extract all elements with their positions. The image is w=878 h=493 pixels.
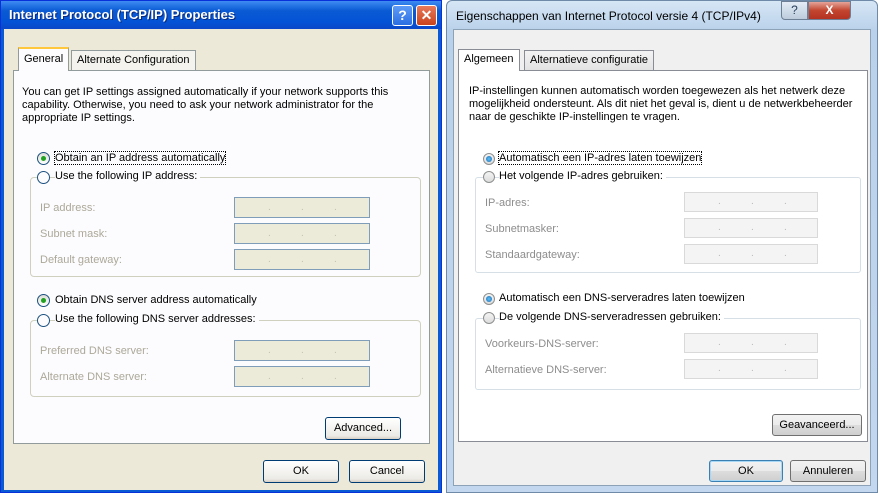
vista-label-voorkeurs-dns: Voorkeurs-DNS-server: (485, 338, 599, 350)
xp-radio-dns-manual[interactable] (37, 314, 50, 327)
ip-dot: . (784, 363, 787, 374)
ip-dot: . (268, 254, 271, 265)
ip-dot: . (301, 254, 304, 265)
vista-label-dns-manual[interactable]: De volgende DNS-serveradressen gebruiken… (499, 311, 724, 323)
vista-radio-dns-manual[interactable] (483, 312, 495, 324)
vista-label-dns-auto[interactable]: Automatisch een DNS-serveradres laten to… (499, 292, 745, 304)
xp-general-panel: You can get IP settings assigned automat… (13, 70, 430, 444)
xp-input-ip-address[interactable]: ... (234, 197, 370, 218)
ip-dot: . (268, 202, 271, 213)
ip-dot: . (751, 196, 754, 207)
xp-label-ip-manual[interactable]: Use the following IP address: (55, 170, 201, 182)
vista-ok-button[interactable]: OK (709, 460, 783, 482)
vista-input-alternatieve-dns[interactable]: ... (684, 359, 818, 379)
ip-dot: . (301, 228, 304, 239)
ip-dot: . (751, 363, 754, 374)
vista-input-ip-adres[interactable]: ... (684, 192, 818, 212)
vista-algemeen-panel: IP-instellingen kunnen automatisch worde… (458, 70, 868, 442)
xp-close-button[interactable]: ✕ (416, 5, 437, 26)
vista-tab-algemeen[interactable]: Algemeen (458, 49, 520, 71)
xp-description: You can get IP settings assigned automat… (22, 86, 389, 124)
vista-label-standaardgateway: Standaardgateway: (485, 249, 580, 261)
vista-geavanceerd-button[interactable]: Geavanceerd... (772, 414, 862, 436)
xp-label-dns-manual[interactable]: Use the following DNS server addresses: (55, 313, 259, 325)
vista-label-alternatieve-dns: Alternatieve DNS-server: (485, 364, 607, 376)
xp-input-preferred-dns[interactable]: ... (234, 340, 370, 361)
ip-dot: . (268, 228, 271, 239)
vista-label-subnetmasker: Subnetmasker: (485, 223, 559, 235)
xp-label-ip-address: IP address: (40, 202, 96, 214)
vista-input-standaardgateway[interactable]: ... (684, 244, 818, 264)
vista-radio-ip-manual[interactable] (483, 171, 495, 183)
ip-dot: . (301, 371, 304, 382)
ip-dot: . (301, 345, 304, 356)
ip-dot: . (334, 228, 337, 239)
vista-annuleren-button[interactable]: Annuleren (790, 460, 866, 482)
vista-description: IP-instellingen kunnen automatisch worde… (469, 85, 853, 123)
xp-label-ip-auto[interactable]: Obtain an IP address automatically (53, 151, 227, 165)
ip-dot: . (784, 196, 787, 207)
ip-dot: . (268, 345, 271, 356)
ip-dot: . (301, 202, 304, 213)
vista-label-ip-manual[interactable]: Het volgende IP-adres gebruiken: (499, 170, 666, 182)
ip-dot: . (718, 248, 721, 259)
close-icon: X (825, 3, 834, 17)
ip-dot: . (334, 345, 337, 356)
xp-help-button[interactable]: ? (392, 5, 413, 26)
xp-label-alternate-dns: Alternate DNS server: (40, 371, 147, 383)
close-icon: ✕ (420, 7, 433, 23)
help-icon: ? (791, 3, 798, 17)
ip-dot: . (334, 202, 337, 213)
vista-label-ip-adres: IP-adres: (485, 197, 530, 209)
vista-radio-dns-auto[interactable] (483, 293, 495, 305)
xp-tab-general[interactable]: General (18, 47, 70, 71)
ip-dot: . (718, 196, 721, 207)
xp-radio-ip-manual[interactable] (37, 171, 50, 184)
vista-dns-group (475, 318, 861, 390)
ip-dot: . (751, 222, 754, 233)
vista-close-button[interactable]: X (808, 1, 851, 20)
xp-tcpip-properties-dialog: Internet Protocol (TCP/IP) Properties ? … (0, 0, 442, 493)
xp-title-bar[interactable]: Internet Protocol (TCP/IP) Properties ? … (1, 1, 441, 29)
xp-input-alternate-dns[interactable]: ... (234, 366, 370, 387)
ip-dot: . (751, 248, 754, 259)
ip-dot: . (268, 371, 271, 382)
vista-label-ip-auto[interactable]: Automatisch een IP-adres laten toewijzen (497, 151, 703, 165)
ip-dot: . (334, 371, 337, 382)
ip-dot: . (784, 222, 787, 233)
ip-dot: . (718, 363, 721, 374)
vista-dialog-body: Algemeen Alternatieve configuratie IP-in… (453, 29, 871, 486)
vista-input-voorkeurs-dns[interactable]: ... (684, 333, 818, 353)
ip-dot: . (751, 337, 754, 348)
xp-label-preferred-dns: Preferred DNS server: (40, 345, 149, 357)
xp-input-subnet-mask[interactable]: ... (234, 223, 370, 244)
xp-radio-ip-auto[interactable] (37, 152, 50, 165)
xp-cancel-button[interactable]: Cancel (349, 460, 425, 483)
xp-tab-alternate-configuration[interactable]: Alternate Configuration (71, 50, 196, 70)
xp-input-default-gateway[interactable]: ... (234, 249, 370, 270)
xp-radio-dns-auto[interactable] (37, 294, 50, 307)
vista-tcpipv4-properties-dialog: Eigenschappen van Internet Protocol vers… (446, 0, 878, 493)
xp-label-dns-auto[interactable]: Obtain DNS server address automatically (55, 294, 257, 306)
ip-dot: . (784, 337, 787, 348)
vista-radio-ip-auto[interactable] (483, 153, 495, 165)
xp-ok-button[interactable]: OK (263, 460, 339, 483)
xp-label-default-gateway: Default gateway: (40, 254, 122, 266)
vista-tab-alternatieve-configuratie[interactable]: Alternatieve configuratie (524, 50, 655, 70)
xp-label-subnet-mask: Subnet mask: (40, 228, 108, 240)
vista-input-subnetmasker[interactable]: ... (684, 218, 818, 238)
ip-dot: . (334, 254, 337, 265)
vista-help-button[interactable]: ? (781, 1, 808, 20)
xp-advanced-button[interactable]: Advanced... (325, 417, 401, 440)
help-icon: ? (398, 7, 407, 23)
vista-dialog-title: Eigenschappen van Internet Protocol vers… (456, 9, 761, 23)
xp-dialog-body: General Alternate Configuration You can … (4, 29, 438, 490)
ip-dot: . (784, 248, 787, 259)
ip-dot: . (718, 337, 721, 348)
xp-dialog-title: Internet Protocol (TCP/IP) Properties (9, 7, 236, 22)
ip-dot: . (718, 222, 721, 233)
